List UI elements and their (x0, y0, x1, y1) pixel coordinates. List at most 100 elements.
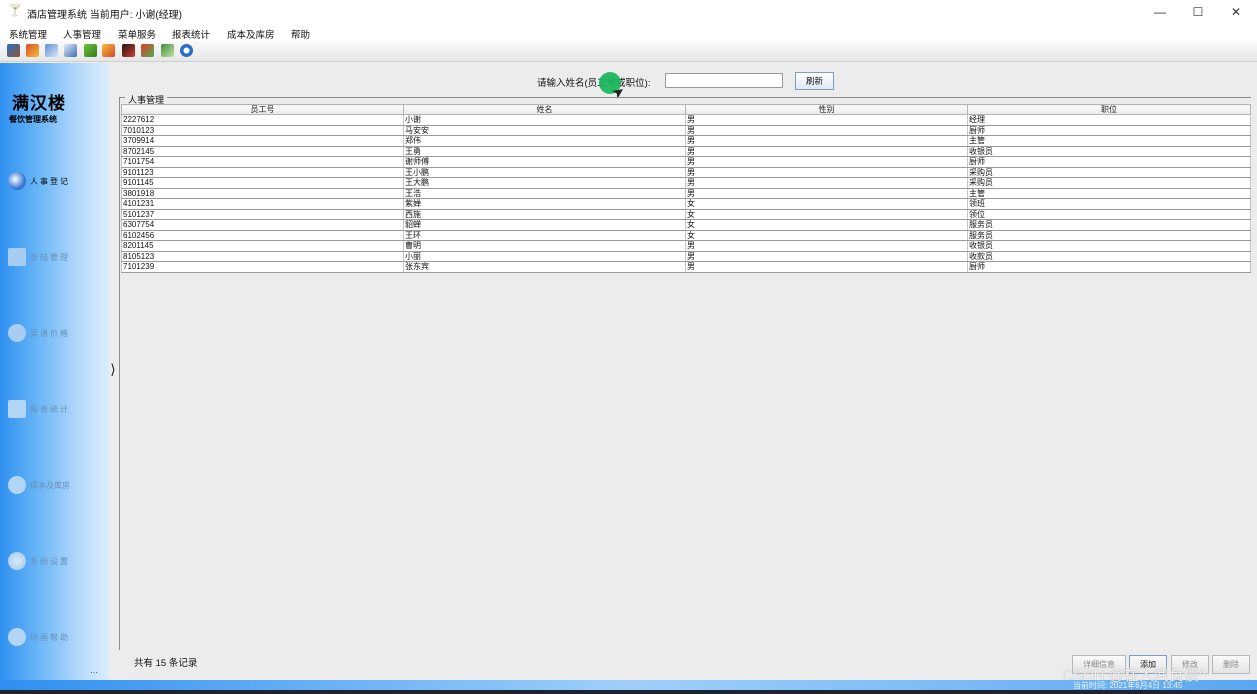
recycle-icon[interactable] (161, 44, 174, 57)
info-icon[interactable] (180, 44, 193, 57)
column-header-employee-id[interactable]: 员工号 (121, 104, 404, 115)
cell-name: 曹明 (403, 240, 686, 252)
sidebar-item-cost-storage[interactable]: 成本及库房 (6, 472, 106, 498)
cell-name: 貂蝉 (403, 219, 686, 231)
cell-position: 厨师 (967, 156, 1251, 168)
close-button[interactable]: ✕ (1216, 0, 1256, 24)
plane-icon[interactable] (102, 44, 115, 57)
sidebar-item-label: 报表统计 (30, 405, 70, 414)
users-icon[interactable] (26, 44, 39, 57)
splitter-handle[interactable]: ⟩ (109, 357, 117, 381)
column-header-position[interactable]: 职位 (967, 104, 1251, 115)
search-input[interactable] (665, 73, 783, 88)
brush-icon[interactable] (122, 44, 135, 57)
picture-icon[interactable] (7, 44, 20, 57)
table-row[interactable]: 9101123 王小鹏男采购员 (121, 167, 1251, 178)
table-row[interactable]: 7101239 张东宾男厨师 (121, 261, 1251, 273)
cell-gender: 男 (685, 114, 968, 126)
menu-reports[interactable]: 报表统计 (172, 27, 210, 41)
table-row[interactable]: 7101754 谢师傅男厨师 (121, 156, 1251, 168)
table-row[interactable]: 7010123 马安安男厨师 (121, 125, 1251, 136)
menu-help[interactable]: 帮助 (291, 27, 310, 41)
sidebar-item-menu-price[interactable]: 菜谱价格 (6, 320, 106, 346)
cell-gender: 男 (685, 261, 968, 273)
chart-icon[interactable] (64, 44, 77, 57)
cell-position: 服务员 (967, 230, 1251, 241)
title-bar: 🍸 酒店管理系统 当前用户: 小谢(经理) — ☐ ✕ (0, 0, 1257, 24)
cell-name: 王浩 (403, 188, 686, 199)
column-header-name[interactable]: 姓名 (403, 104, 686, 115)
menu-cost-storage[interactable]: 成本及库房 (227, 27, 275, 41)
cell-employee-id: 2227612 (121, 114, 404, 126)
sidebar-item-report[interactable]: 报表统计 (6, 396, 106, 422)
table-row[interactable]: 3801918 王浩男主管 (121, 188, 1251, 199)
table-row[interactable]: 8105123 小丽男收款员 (121, 251, 1251, 262)
paint-icon[interactable] (141, 44, 154, 57)
sidebar-item-label: 成本及库房 (30, 481, 70, 490)
window-title: 酒店管理系统 当前用户: 小谢(经理) (27, 10, 182, 21)
cell-position: 领位 (967, 209, 1251, 220)
maximize-button[interactable]: ☐ (1178, 0, 1218, 24)
computer-icon (8, 248, 26, 266)
refresh-button[interactable]: 刷新 (795, 72, 834, 90)
table-row[interactable]: 8702145 王勇男收银员 (121, 146, 1251, 157)
delete-button[interactable]: 删除 (1212, 655, 1250, 674)
sidebar-item-animation-help[interactable]: 动画帮助 (6, 624, 106, 650)
cell-position: 采购员 (967, 167, 1251, 178)
table-row[interactable]: 2227612 小谢男经理 (121, 114, 1251, 126)
taskbar (0, 690, 1257, 694)
cell-name: 王大鹏 (403, 177, 686, 189)
menu-personnel[interactable]: 人事管理 (63, 27, 101, 41)
cell-gender: 男 (685, 146, 968, 157)
report-icon (8, 400, 26, 418)
cell-gender: 男 (685, 251, 968, 262)
cell-name: 谢师傅 (403, 156, 686, 168)
table-row[interactable]: 8201145 曹明男收银员 (121, 240, 1251, 252)
cell-name: 西施 (403, 209, 686, 220)
sidebar-item-personnel-register[interactable]: 人事登记 (6, 168, 106, 194)
menu-bar: 系统管理 人事管理 菜单服务 报表统计 成本及库房 帮助 (0, 24, 1257, 41)
cell-employee-id: 3709914 (121, 135, 404, 147)
cell-employee-id: 3801918 (121, 188, 404, 199)
search-label: 请输入姓名(员工号或职位): (537, 78, 651, 89)
cell-gender: 男 (685, 156, 968, 168)
app-cup-icon: 🍸 (8, 5, 22, 17)
watermark: CSDN @在人间负债^ (1062, 667, 1206, 684)
cell-position: 经理 (967, 114, 1251, 126)
minimize-button[interactable]: — (1140, 0, 1180, 24)
cell-employee-id: 6307754 (121, 219, 404, 231)
table-row[interactable]: 4101231 紫婵女领班 (121, 198, 1251, 210)
cell-gender: 男 (685, 177, 968, 189)
cell-employee-id: 7010123 (121, 125, 404, 136)
table-row[interactable]: 9101145 王大鹏男采购员 (121, 177, 1251, 189)
cell-position: 收银员 (967, 240, 1251, 252)
cell-position: 收银员 (967, 146, 1251, 157)
cell-employee-id: 4101231 (121, 198, 404, 210)
cell-employee-id: 9101123 (121, 167, 404, 178)
logo-title: 满汉楼 (12, 94, 66, 114)
sidebar-item-label: 登陆管理 (30, 253, 70, 262)
table-row[interactable]: 6307754 貂蝉女服务员 (121, 219, 1251, 231)
menu-dishes[interactable]: 菜单服务 (118, 27, 156, 41)
sidebar-item-system-settings[interactable]: 系统设置 (6, 548, 106, 574)
cell-name: 王小鹏 (403, 167, 686, 178)
sidebar-more: … (90, 666, 98, 675)
cell-name: 紫婵 (403, 198, 686, 210)
cell-employee-id: 9101145 (121, 177, 404, 189)
cell-employee-id: 7101239 (121, 261, 404, 273)
sidebar-item-label: 系统设置 (30, 557, 70, 566)
cell-employee-id: 8201145 (121, 240, 404, 252)
book-icon[interactable] (84, 44, 97, 57)
table-row[interactable]: 6102456 王环女服务员 (121, 230, 1251, 241)
cell-employee-id: 7101754 (121, 156, 404, 168)
menu-system[interactable]: 系统管理 (9, 27, 47, 41)
cell-gender: 女 (685, 219, 968, 231)
cell-position: 厨师 (967, 261, 1251, 273)
table-row[interactable]: 3709914 郑伟男主管 (121, 135, 1251, 147)
table-row[interactable]: 5101237 西施女领位 (121, 209, 1251, 220)
column-header-gender[interactable]: 性别 (685, 104, 968, 115)
sidebar-item-login-management[interactable]: 登陆管理 (6, 244, 106, 270)
cell-position: 主管 (967, 135, 1251, 147)
cell-gender: 男 (685, 167, 968, 178)
monitor-icon[interactable] (45, 44, 58, 57)
